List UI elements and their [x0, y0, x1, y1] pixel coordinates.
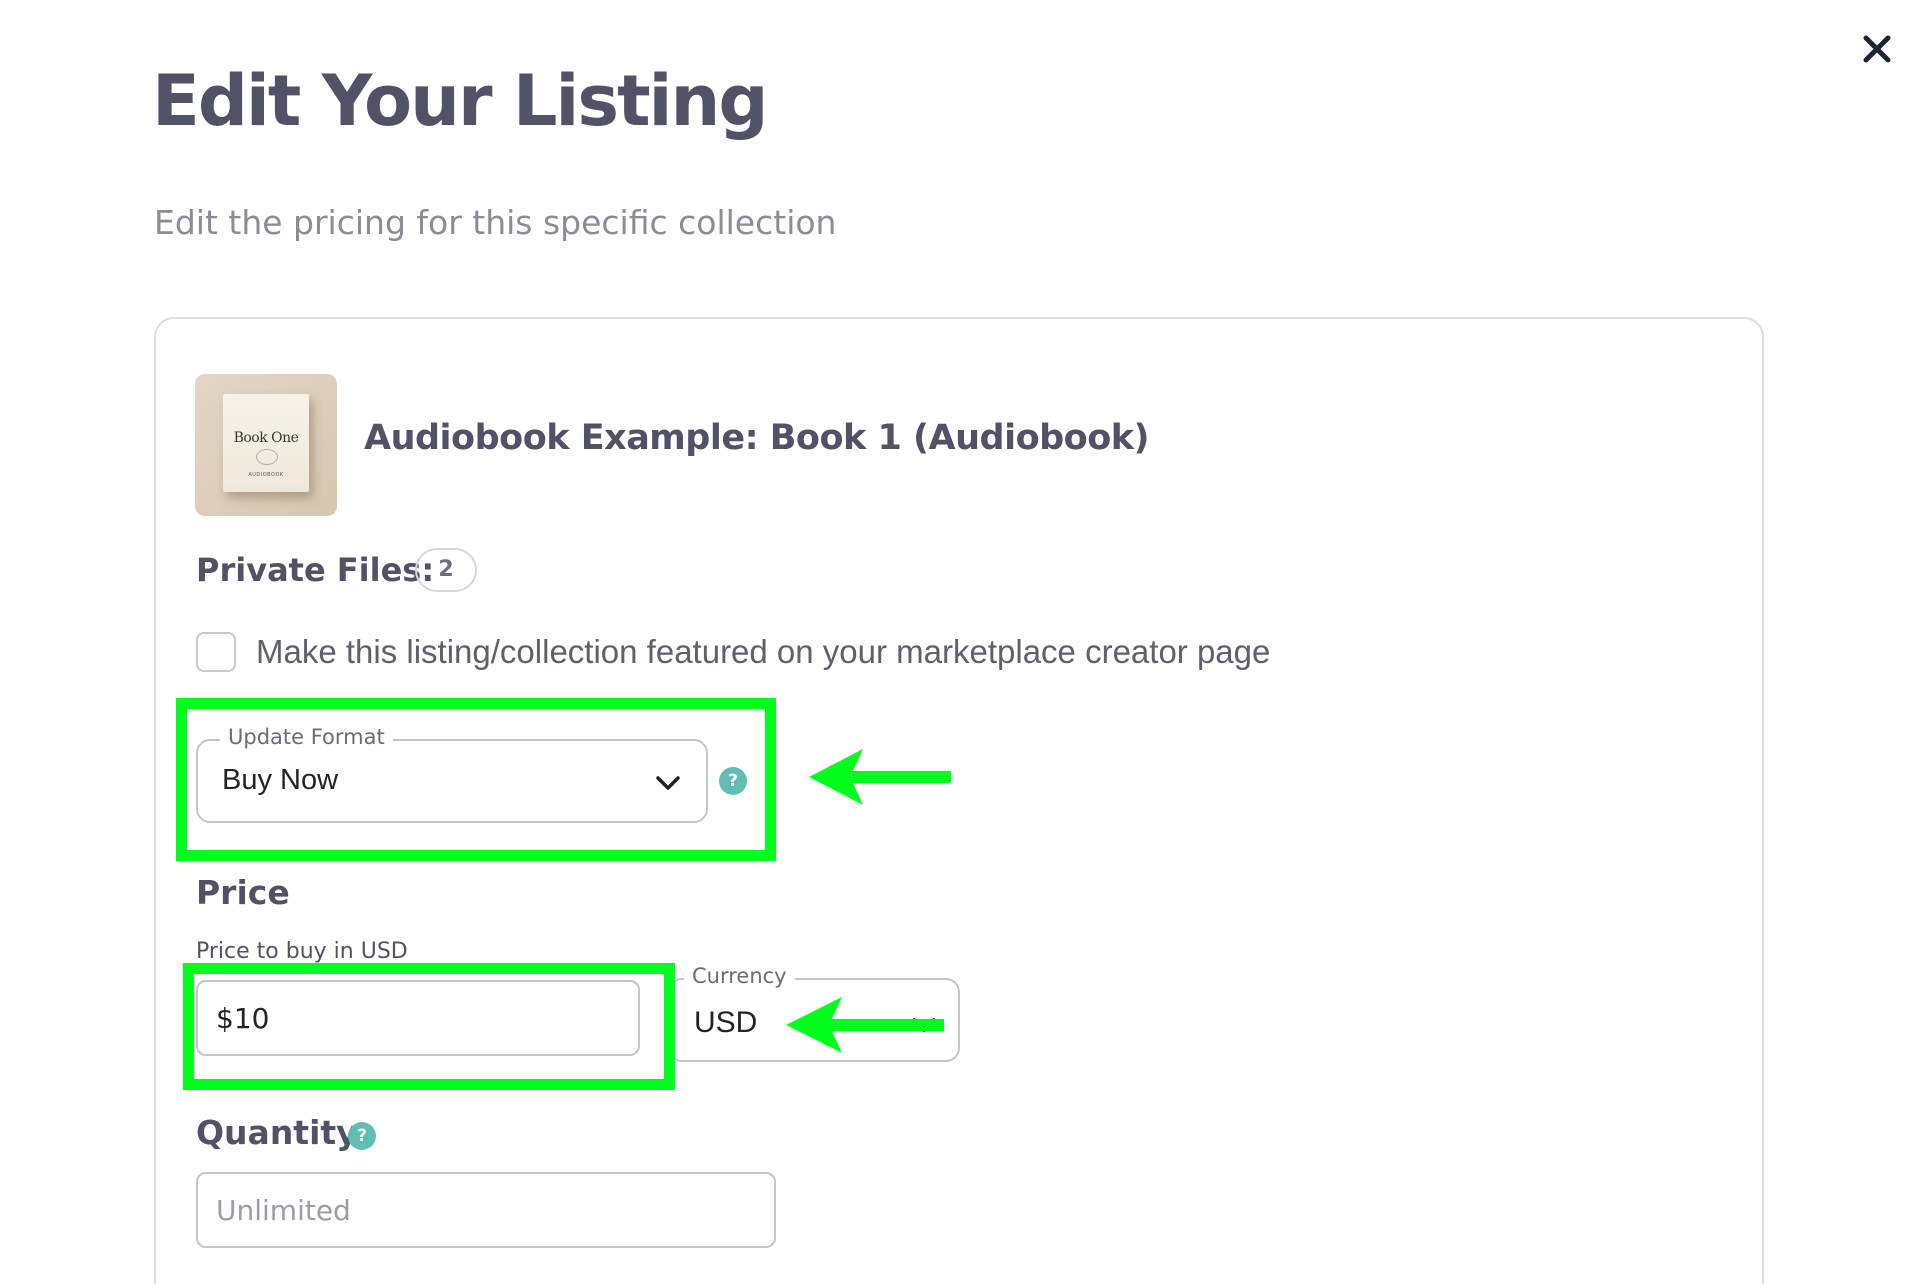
private-files-count-badge: 2: [415, 548, 477, 592]
quantity-help-icon[interactable]: ?: [348, 1122, 376, 1150]
featured-checkbox[interactable]: [196, 632, 236, 672]
listing-thumbnail: Book One AUDIOBOOK: [195, 374, 337, 516]
listing-name: Audiobook Example: Book 1 (Audiobook): [364, 418, 1150, 458]
book-cover-title: Book One: [233, 430, 299, 446]
price-input[interactable]: [196, 980, 640, 1056]
currency-select[interactable]: Currency USD: [668, 966, 960, 1062]
dialog-title: Edit Your Listing: [152, 60, 768, 142]
edit-listing-dialog: Edit Your Listing Edit the pricing for t…: [0, 0, 1906, 1284]
currency-legend: Currency: [684, 966, 795, 987]
book-cover-ornament: [256, 449, 278, 465]
book-cover-image: Book One AUDIOBOOK: [223, 394, 309, 492]
close-icon: [1863, 35, 1891, 63]
close-button[interactable]: [1857, 29, 1897, 69]
spacer: [782, 0, 783, 1]
chevron-down-icon: [656, 776, 680, 790]
price-heading: Price: [196, 873, 290, 912]
update-format-value: Buy Now: [222, 764, 339, 796]
currency-value: USD: [694, 1006, 758, 1039]
update-format-select[interactable]: Update Format Buy Now: [196, 727, 708, 823]
quantity-heading: Quantity: [196, 1116, 358, 1149]
private-files-label: Private Files:: [196, 551, 435, 589]
featured-checkbox-label[interactable]: Make this listing/collection featured on…: [256, 635, 1270, 668]
book-cover-subtitle: AUDIOBOOK: [248, 472, 284, 478]
dialog-subtitle: Edit the pricing for this specific colle…: [154, 203, 837, 242]
update-format-legend: Update Format: [220, 727, 393, 748]
quantity-input[interactable]: [196, 1172, 776, 1248]
quantity-heading-label: Quantity: [196, 1113, 358, 1152]
format-help-icon[interactable]: ?: [719, 767, 747, 795]
chevron-down-icon: [912, 1018, 936, 1032]
price-sublabel: Price to buy in USD: [196, 939, 408, 964]
